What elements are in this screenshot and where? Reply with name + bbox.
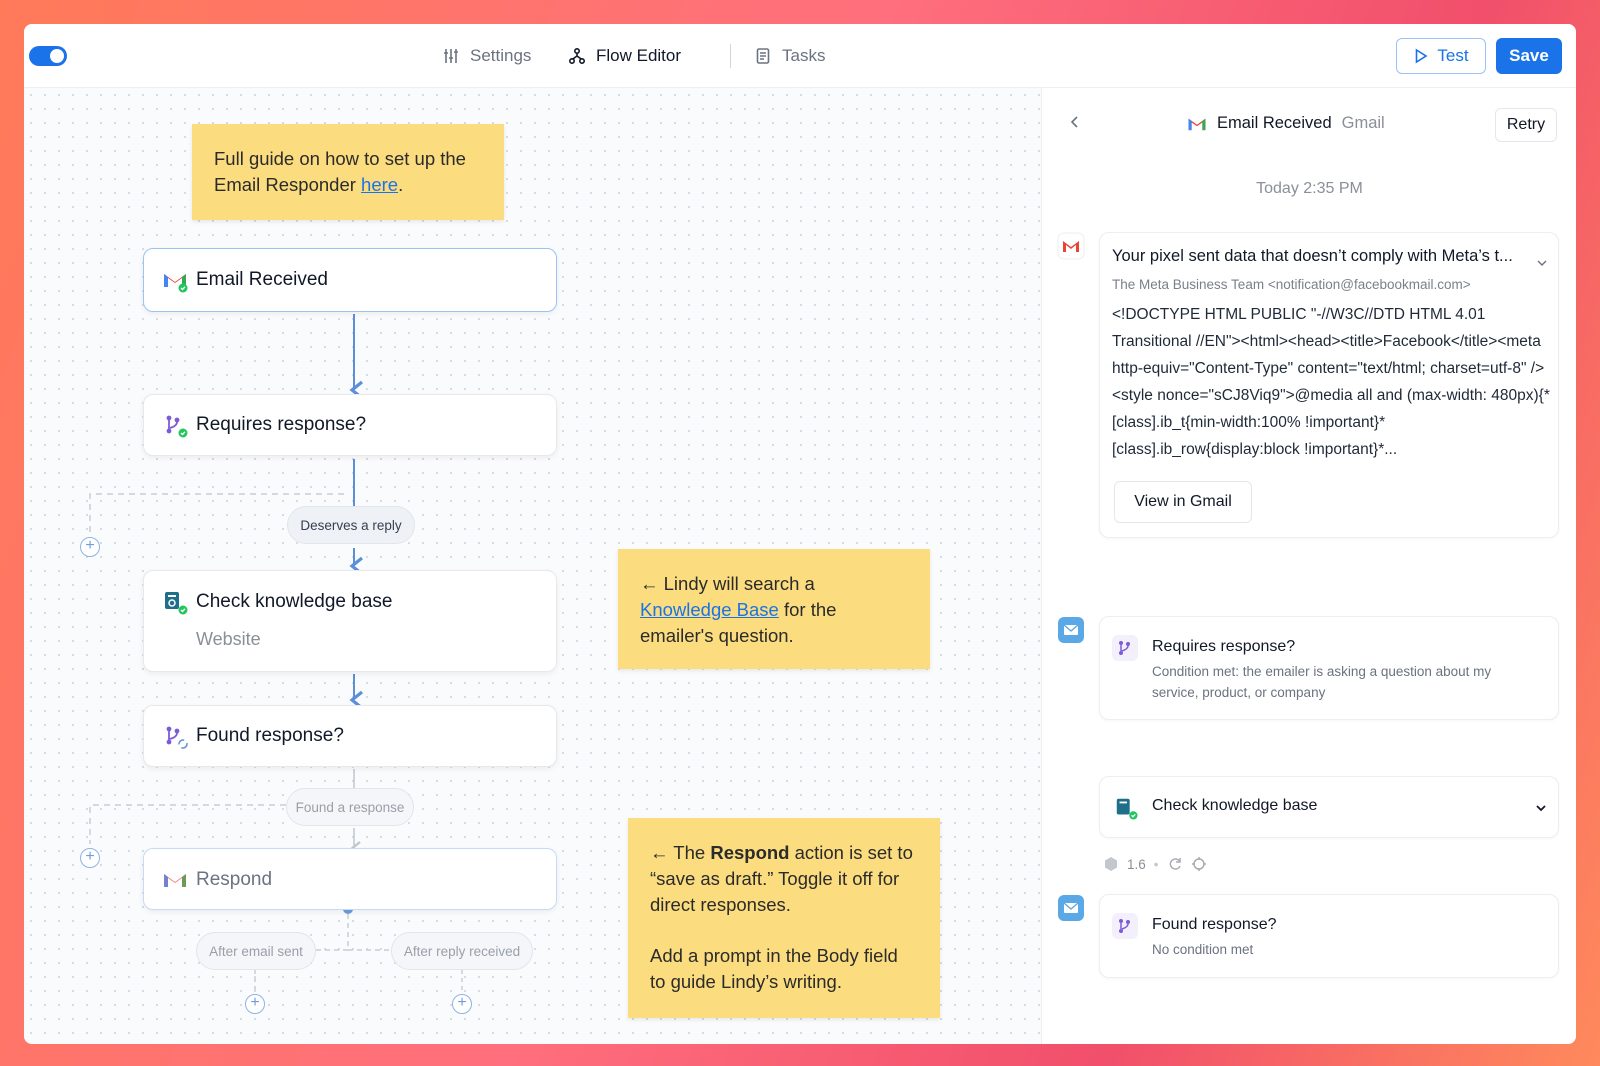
run-details-panel: Email Received Gmail Retry Today 2:35 PM… — [1043, 88, 1576, 1044]
email-card: Your pixel sent data that doesn’t comply… — [1099, 232, 1559, 538]
test-button[interactable]: Test — [1396, 38, 1486, 74]
node-respond[interactable]: Respond — [143, 848, 557, 910]
save-button[interactable]: Save — [1496, 38, 1562, 74]
branch-icon — [166, 415, 188, 438]
model-icon — [1105, 857, 1117, 871]
add-step-plus-icon[interactable]: + — [452, 994, 472, 1014]
flow-icon — [568, 47, 586, 65]
sliders-icon — [444, 49, 458, 63]
card-title: Requires response? — [1152, 638, 1296, 655]
nav-divider — [730, 44, 731, 68]
mail-icon — [1058, 617, 1084, 643]
chevron-down-icon[interactable] — [1534, 801, 1548, 815]
knowledge-base-icon — [165, 592, 188, 615]
node-subtitle: Website — [196, 629, 261, 649]
node-found-response[interactable]: Found response? — [143, 705, 557, 767]
respond-note-p1: ← The Respond action is set to “save as … — [650, 840, 918, 918]
node-email-received[interactable]: Email Received — [143, 248, 557, 312]
gmail-icon — [1188, 118, 1206, 130]
play-icon — [1416, 48, 1428, 64]
branch-icon — [166, 726, 188, 749]
respond-note: ← The Respond action is set to “save as … — [628, 818, 940, 1018]
branch-icon — [1112, 913, 1138, 939]
node-requires-response[interactable]: Requires response? — [143, 394, 557, 456]
branch-label-after-reply-received[interactable]: After reply received — [391, 932, 533, 970]
email-from: The Meta Business Team <notification@fac… — [1112, 277, 1471, 292]
respond-note-p2: Add a prompt in the Body field to guide … — [650, 945, 898, 992]
panel-source: Gmail — [1341, 114, 1385, 132]
node-title: Email Received — [196, 269, 328, 290]
toggle-knob — [50, 49, 64, 63]
tab-tasks-label: Tasks — [782, 46, 826, 65]
branch-label-found-a-response[interactable]: Found a response — [286, 788, 414, 826]
tab-flow-editor-label: Flow Editor — [596, 46, 682, 65]
guide-note-end: . — [398, 174, 404, 195]
meta-dot: • — [1153, 856, 1159, 872]
view-in-gmail-button[interactable]: View in Gmail — [1114, 481, 1252, 523]
branch-icon — [1112, 635, 1138, 661]
target-icon[interactable] — [1191, 856, 1207, 872]
agent-toggle[interactable] — [29, 46, 67, 66]
gmail-icon — [164, 274, 188, 293]
knowledge-base-note: ← Lindy will search a Knowledge Base for… — [618, 549, 930, 669]
run-timestamp: Today 2:35 PM — [1256, 180, 1363, 197]
respond-note-bold: Respond — [710, 842, 790, 863]
chevron-left-icon[interactable] — [1067, 114, 1083, 130]
respond-note-pre: ← The — [650, 842, 711, 863]
tab-settings-label: Settings — [470, 46, 532, 65]
document-icon — [756, 48, 770, 64]
step-meta-row: 1.6 • — [1103, 856, 1207, 872]
node-title: Check knowledge base — [196, 591, 393, 612]
panel-title: Email Received — [1217, 114, 1332, 132]
branch-label-deserves-reply[interactable]: Deserves a reply — [287, 506, 415, 544]
node-title: Respond — [196, 869, 273, 890]
guide-note-text: Full guide on how to set up the Email Re… — [214, 148, 466, 195]
card-text: No condition met — [1152, 942, 1254, 957]
node-title: Found response? — [196, 725, 344, 746]
card-title: Found response? — [1152, 916, 1277, 933]
knowledge-base-link[interactable]: Knowledge Base — [640, 599, 779, 620]
test-button-label: Test — [1437, 46, 1469, 65]
requires-response-card: Requires response? Condition met: the em… — [1099, 616, 1559, 720]
check-knowledge-base-card[interactable]: Check knowledge base — [1099, 776, 1559, 838]
card-text: Condition met: the emailer is asking a q… — [1152, 664, 1492, 700]
add-step-plus-icon[interactable]: + — [80, 848, 100, 868]
branch-label-after-email-sent[interactable]: After email sent — [196, 932, 316, 970]
top-bar: Settings Flow Editor Tasks Test Save — [24, 24, 1576, 88]
node-title: Requires response? — [196, 414, 367, 435]
retry-button[interactable]: Retry — [1495, 108, 1557, 142]
email-body: <!DOCTYPE HTML PUBLIC "-//W3C//DTD HTML … — [1112, 306, 1550, 458]
knowledge-base-icon — [1116, 798, 1138, 820]
gmail-icon — [164, 874, 186, 887]
add-step-plus-icon[interactable]: + — [245, 994, 265, 1014]
card-title: Check knowledge base — [1152, 797, 1318, 814]
guide-link[interactable]: here — [361, 174, 398, 195]
email-subject: Your pixel sent data that doesn’t comply… — [1112, 247, 1513, 265]
guide-note: Full guide on how to set up the Email Re… — [192, 124, 504, 220]
gmail-icon — [1057, 232, 1085, 260]
tab-tasks[interactable]: Tasks — [754, 44, 825, 68]
mail-icon — [1058, 895, 1084, 921]
app-window: Settings Flow Editor Tasks Test Save Ful… — [24, 24, 1576, 1044]
tab-settings[interactable]: Settings — [442, 44, 531, 68]
found-response-card: Found response? No condition met — [1099, 894, 1559, 978]
tab-flow-editor[interactable]: Flow Editor — [568, 44, 681, 68]
refresh-icon[interactable] — [1167, 856, 1183, 872]
panel-header: Email Received Gmail — [1187, 114, 1385, 133]
flow-canvas[interactable]: Full guide on how to set up the Email Re… — [24, 88, 1042, 1044]
chevron-down-icon[interactable] — [1536, 257, 1548, 269]
kb-note-pre: ← Lindy will search a — [640, 573, 815, 594]
node-check-knowledge-base[interactable]: Check knowledge base Website — [143, 570, 557, 672]
add-step-plus-icon[interactable]: + — [80, 537, 100, 557]
meta-value: 1.6 — [1127, 856, 1146, 872]
